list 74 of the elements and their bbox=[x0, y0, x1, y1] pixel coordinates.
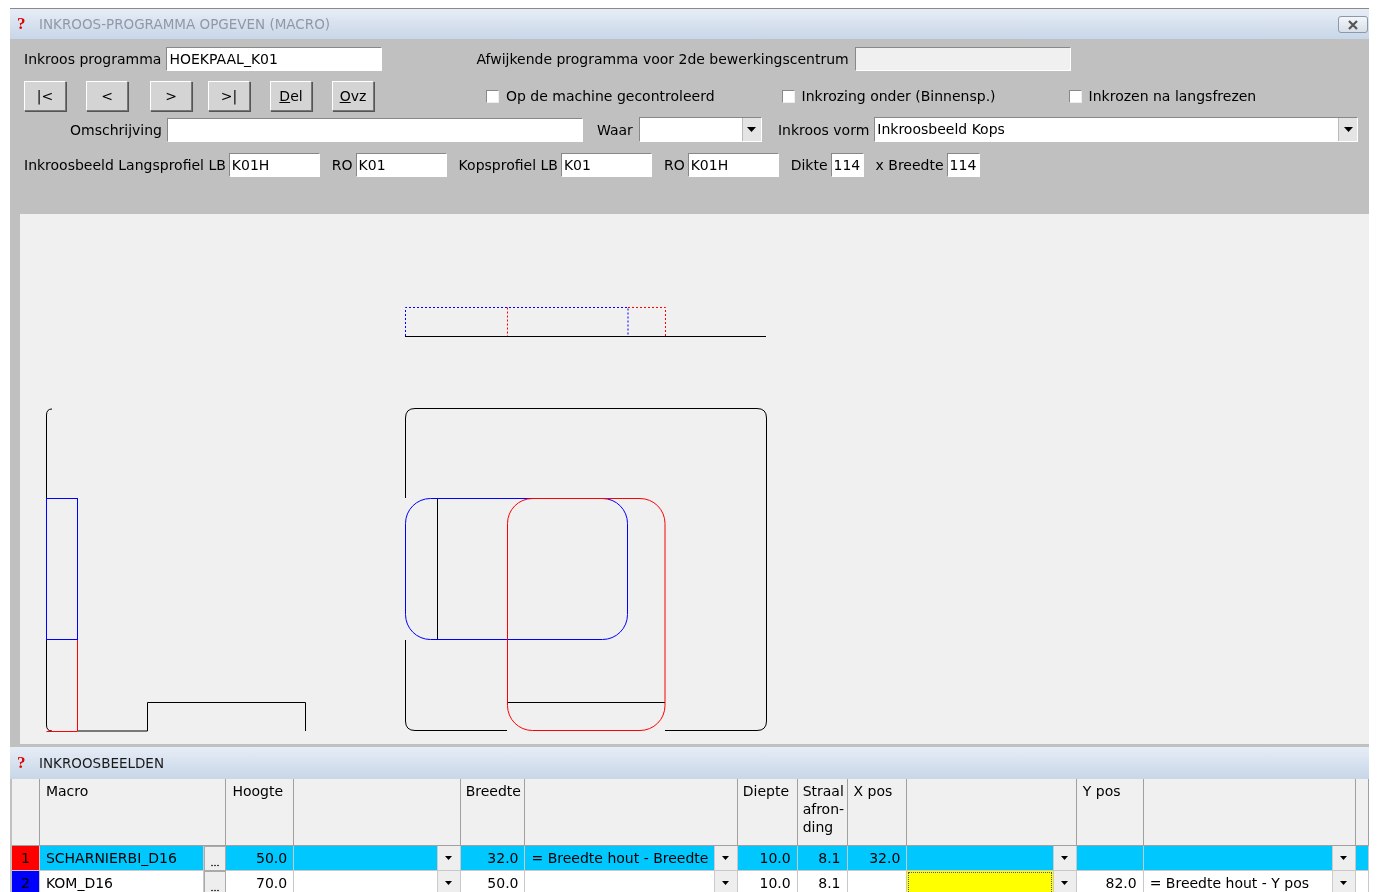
table-cell: 10.0 bbox=[737, 871, 798, 892]
checkbox[interactable] bbox=[781, 89, 795, 103]
field-label: Inkroos programma bbox=[24, 51, 162, 67]
table-cell: 82.0 bbox=[1076, 871, 1144, 892]
field-label: Omschrijving bbox=[70, 121, 162, 138]
profile-field[interactable]: K01H bbox=[687, 152, 779, 177]
header-cell bbox=[1356, 779, 1369, 846]
checkbox[interactable] bbox=[486, 89, 499, 103]
nav-button[interactable]: >| bbox=[208, 81, 250, 111]
table-row[interactable]: 2 KOM_D16 70.0 50.0 10.0 8.1 82.0 = Breedte hout - Y pos bbox=[12, 871, 1369, 892]
field-label: Inkroos vorm bbox=[777, 121, 870, 138]
program-field[interactable]: HOEKPAAL_K01 bbox=[166, 47, 383, 71]
width-field[interactable]: 114 bbox=[946, 152, 980, 177]
browse-button[interactable] bbox=[204, 871, 227, 892]
caret-icon bbox=[1340, 856, 1348, 860]
caret-icon bbox=[1343, 127, 1353, 132]
field-label: Inkroosbeeld Langsprofiel LB bbox=[24, 156, 226, 173]
help-icon: ? bbox=[17, 14, 29, 34]
nav-button[interactable]: |< bbox=[24, 81, 66, 111]
dropdown-cell[interactable]: = Breedte hout - Y pos bbox=[1143, 871, 1356, 892]
field-label: RO bbox=[331, 156, 353, 173]
action-button[interactable]: Ovz bbox=[332, 81, 374, 111]
checkbox-label: Inkrozing onder (Binnensp.) bbox=[801, 88, 996, 104]
help-icon: ? bbox=[17, 753, 29, 773]
panel-title: INKROOSBEELDEN bbox=[39, 755, 164, 771]
table-cell: 70.0 bbox=[226, 871, 295, 892]
table-cell: 50.0 bbox=[460, 871, 526, 892]
field-label: Afwijkende programma voor 2de bewerkingscentrum bbox=[476, 51, 849, 67]
column-header: X pos bbox=[847, 779, 908, 846]
caret-icon bbox=[722, 856, 730, 860]
close-button[interactable] bbox=[1338, 16, 1368, 33]
profile-field[interactable]: K01H bbox=[228, 152, 320, 177]
header-cell bbox=[12, 779, 40, 846]
table-cell: 8.1 bbox=[797, 871, 848, 892]
row-number: 2 bbox=[12, 871, 40, 892]
shape-dropdown[interactable]: Inkroosbeeld Kops bbox=[874, 117, 1359, 142]
profile-field[interactable]: K01 bbox=[355, 152, 447, 177]
dropdown-cell[interactable] bbox=[907, 871, 1077, 892]
caret-icon bbox=[1061, 856, 1069, 860]
checkbox[interactable] bbox=[1068, 89, 1082, 103]
caret-icon bbox=[445, 856, 453, 860]
ellipsis-icon bbox=[211, 864, 220, 867]
caret-icon bbox=[747, 127, 757, 132]
ellipsis-icon bbox=[211, 889, 220, 892]
field-label: x Breedte bbox=[875, 156, 944, 173]
column-header: Macro bbox=[39, 779, 227, 846]
browse-button[interactable] bbox=[204, 846, 227, 871]
caret-icon bbox=[722, 881, 730, 885]
column-header: Hoogte bbox=[226, 779, 295, 846]
profile-field[interactable]: K01 bbox=[560, 152, 652, 177]
action-button[interactable]: Del bbox=[270, 81, 312, 111]
nav-button[interactable]: > bbox=[150, 81, 192, 111]
row-number: 1 bbox=[12, 846, 40, 871]
table-row[interactable]: 1 SCHARNIERBI_D16 50.0 32.0 = Breedte hout - Breedte 10.0 8.1 32.0 bbox=[12, 846, 1369, 871]
field-label: Dikte bbox=[790, 156, 828, 173]
checkbox-label: Inkrozen na langsfrezen bbox=[1088, 88, 1257, 104]
column-header: Breedte bbox=[460, 779, 526, 846]
caret-icon bbox=[1061, 881, 1069, 885]
description-field[interactable] bbox=[167, 117, 583, 142]
column-header: Y pos bbox=[1076, 779, 1144, 846]
field-label: RO bbox=[663, 156, 685, 173]
window-title: INKROOS-PROGRAMMA OPGEVEN (MACRO) bbox=[39, 16, 331, 32]
column-header: Diepte bbox=[737, 779, 798, 846]
thickness-field[interactable]: 114 bbox=[830, 152, 864, 177]
field-label: Kopsprofiel LB bbox=[458, 156, 558, 173]
caret-icon bbox=[445, 881, 453, 885]
checkbox-label: Op de machine gecontroleerd bbox=[506, 88, 715, 104]
close-icon bbox=[1346, 19, 1360, 30]
column-header: Straal afron-ding bbox=[797, 779, 848, 846]
alt-program-field[interactable] bbox=[854, 47, 1071, 71]
where-dropdown[interactable] bbox=[638, 117, 762, 142]
caret-icon bbox=[1340, 881, 1348, 885]
field-label: Waar bbox=[597, 121, 633, 138]
nav-button[interactable]: < bbox=[86, 81, 128, 111]
